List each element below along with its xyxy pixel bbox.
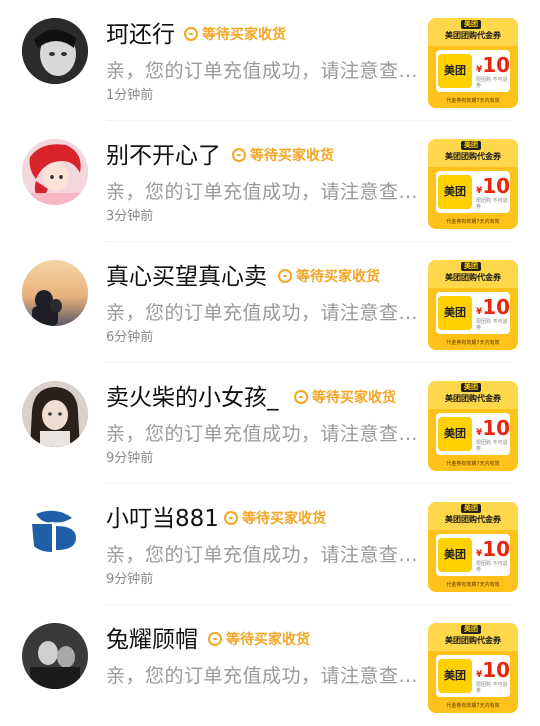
meituan-logo: 美团	[438, 538, 472, 572]
voucher-title: 美团团购代金券	[445, 636, 501, 645]
voucher-thumbnail[interactable]: 美团 美团团购代金券 美团 ¥10 限团购 不可退券 代金券有效期7天内有效	[428, 502, 518, 592]
clock-icon	[208, 632, 222, 646]
avatar[interactable]	[22, 260, 88, 326]
meituan-logo: 美团	[438, 54, 472, 88]
timestamp: 9分钟前	[106, 451, 154, 466]
voucher-card: 美团 ¥10 限团购 不可退券	[436, 413, 510, 455]
voucher-brand: 美团	[461, 625, 481, 634]
voucher-footer: 代金券有效期7天内有效	[446, 582, 500, 588]
status-badge: 等待买家收货	[294, 387, 396, 409]
voucher-thumbnail[interactable]: 美团 美团团购代金券 美团 ¥10 限团购 不可退券 代金券有效期7天内有效	[428, 18, 518, 108]
voucher-footer: 代金券有效期7天内有效	[446, 340, 500, 346]
message-preview: 亲，您的订单充值成功，请注意查…	[106, 302, 419, 324]
message-preview: 亲，您的订单充值成功，请注意查…	[106, 60, 419, 82]
status-text: 等待买家收货	[202, 27, 286, 43]
contact-name: 卖火柴的小女孩_	[106, 385, 279, 411]
avatar-image	[22, 381, 88, 447]
meituan-logo: 美团	[438, 659, 472, 693]
voucher-brand: 美团	[461, 262, 481, 271]
voucher-thumbnail[interactable]: 美团 美团团购代金券 美团 ¥10 限团购 不可退券 代金券有效期7天内有效	[428, 381, 518, 471]
voucher-card: 美团 ¥10 限团购 不可退券	[436, 171, 510, 213]
voucher-footer: 代金券有效期7天内有效	[446, 98, 500, 104]
voucher-title: 美团团购代金券	[445, 31, 501, 40]
conversation-item[interactable]: 珂还行 等待买家收货 亲，您的订单充值成功，请注意查… 1分钟前 美团 美团团购…	[0, 0, 540, 121]
voucher-footer: 代金券有效期7天内有效	[446, 703, 500, 709]
conversation-item[interactable]: 兔耀顾帽 等待买家收货 亲，您的订单充值成功，请注意查… 美团 美团团购代金券 …	[0, 605, 540, 726]
voucher-card: 美团 ¥10 限团购 不可退券	[436, 655, 510, 697]
status-text: 等待买家收货	[242, 511, 326, 527]
voucher-note: 限团购 不可退券	[476, 561, 508, 573]
contact-name: 珂还行	[106, 22, 175, 48]
contact-name: 别不开心了	[106, 143, 221, 169]
contact-name: 兔耀顾帽	[106, 627, 198, 653]
message-preview: 亲，您的订单充值成功，请注意查…	[106, 423, 419, 445]
clock-icon	[224, 511, 238, 525]
status-badge: 等待买家收货	[278, 266, 380, 288]
voucher-brand: 美团	[461, 20, 481, 29]
avatar[interactable]	[22, 18, 88, 84]
status-text: 等待买家收货	[226, 632, 310, 648]
voucher-title: 美团团购代金券	[445, 273, 501, 282]
clock-icon	[184, 27, 198, 41]
voucher-title: 美团团购代金券	[445, 152, 501, 161]
avatar[interactable]	[22, 381, 88, 447]
conversation-item[interactable]: 卖火柴的小女孩_ 等待买家收货 亲，您的订单充值成功，请注意查… 9分钟前 美团…	[0, 363, 540, 484]
message-preview: 亲，您的订单充值成功，请注意查…	[106, 181, 419, 203]
voucher-footer: 代金券有效期7天内有效	[446, 461, 500, 467]
status-badge: 等待买家收货	[208, 629, 310, 651]
avatar-image	[22, 260, 88, 326]
avatar-image	[22, 623, 88, 689]
voucher-thumbnail[interactable]: 美团 美团团购代金券 美团 ¥10 限团购 不可退券 代金券有效期7天内有效	[428, 139, 518, 229]
timestamp: 9分钟前	[106, 572, 154, 587]
avatar-image	[22, 18, 88, 84]
avatar[interactable]	[22, 623, 88, 689]
conversation-item[interactable]: 小叮当881 等待买家收货 亲，您的订单充值成功，请注意查… 9分钟前 美团 美…	[0, 484, 540, 605]
voucher-note: 限团购 不可退券	[476, 198, 508, 210]
contact-name: 小叮当881	[106, 506, 219, 532]
voucher-brand: 美团	[461, 383, 481, 392]
conversation-item[interactable]: 别不开心了 等待买家收货 亲，您的订单充值成功，请注意查… 3分钟前 美团 美团…	[0, 121, 540, 242]
voucher-note: 限团购 不可退券	[476, 319, 508, 331]
voucher-brand: 美团	[461, 504, 481, 513]
status-text: 等待买家收货	[250, 148, 334, 164]
meituan-logo: 美团	[438, 296, 472, 330]
timestamp: 6分钟前	[106, 330, 154, 345]
timestamp: 1分钟前	[106, 88, 154, 103]
status-badge: 等待买家收货	[232, 145, 334, 167]
voucher-footer: 代金券有效期7天内有效	[446, 219, 500, 225]
clock-icon	[278, 269, 292, 283]
voucher-card: 美团 ¥10 限团购 不可退券	[436, 534, 510, 576]
voucher-brand: 美团	[461, 141, 481, 150]
voucher-thumbnail[interactable]: 美团 美团团购代金券 美团 ¥10 限团购 不可退券 代金券有效期7天内有效	[428, 260, 518, 350]
avatar[interactable]	[22, 502, 88, 568]
meituan-logo: 美团	[438, 417, 472, 451]
voucher-title: 美团团购代金券	[445, 394, 501, 403]
contact-name: 真心买望真心卖	[106, 264, 267, 290]
voucher-note: 限团购 不可退券	[476, 77, 508, 89]
status-text: 等待买家收货	[296, 269, 380, 285]
voucher-card: 美团 ¥10 限团购 不可退券	[436, 50, 510, 92]
voucher-card: 美团 ¥10 限团购 不可退券	[436, 292, 510, 334]
voucher-note: 限团购 不可退券	[476, 682, 508, 694]
conversation-item[interactable]: 真心买望真心卖 等待买家收货 亲，您的订单充值成功，请注意查… 6分钟前 美团 …	[0, 242, 540, 363]
status-badge: 等待买家收货	[224, 508, 326, 530]
redoux-logo-icon	[22, 502, 88, 568]
message-preview: 亲，您的订单充值成功，请注意查…	[106, 544, 419, 566]
voucher-thumbnail[interactable]: 美团 美团团购代金券 美团 ¥10 限团购 不可退券 代金券有效期7天内有效	[428, 623, 518, 713]
avatar-image	[22, 139, 88, 205]
status-badge: 等待买家收货	[184, 24, 286, 46]
avatar[interactable]	[22, 139, 88, 205]
status-text: 等待买家收货	[312, 390, 396, 406]
clock-icon	[294, 390, 308, 404]
timestamp: 3分钟前	[106, 209, 154, 224]
voucher-note: 限团购 不可退券	[476, 440, 508, 452]
meituan-logo: 美团	[438, 175, 472, 209]
voucher-title: 美团团购代金券	[445, 515, 501, 524]
clock-icon	[232, 148, 246, 162]
message-preview: 亲，您的订单充值成功，请注意查…	[106, 665, 419, 687]
